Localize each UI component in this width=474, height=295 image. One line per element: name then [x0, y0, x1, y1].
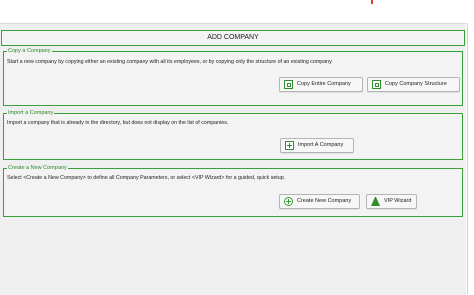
- import-company-legend: Import a Company: [8, 110, 54, 116]
- right-divider: [467, 23, 468, 294]
- top-red-mark: [371, 0, 373, 4]
- wizard-icon: [371, 197, 380, 206]
- import-company-label: Import A Company: [298, 142, 344, 148]
- create-new-company-label: Create New Company: [297, 198, 352, 204]
- copy-icon: [372, 80, 381, 89]
- copy-entire-company-button[interactable]: Copy Entire Company: [279, 77, 363, 92]
- copy-company-legend: Copy a Company: [8, 48, 51, 54]
- create-company-legend: Create a New Company: [8, 165, 67, 171]
- vip-wizard-button[interactable]: VIP Wizard: [366, 194, 417, 209]
- vip-wizard-label: VIP Wizard: [384, 198, 412, 204]
- create-company-group: Create a New Company Select <Create a Ne…: [3, 165, 463, 217]
- add-company-panel: ADD COMPANY Copy a Company Start a new c…: [0, 23, 466, 295]
- copy-company-structure-button[interactable]: Copy Company Structure: [367, 77, 460, 92]
- copy-company-structure-label: Copy Company Structure: [385, 81, 447, 87]
- import-company-group: Import a Company Import a company that i…: [3, 110, 463, 160]
- import-company-button[interactable]: Import A Company: [280, 138, 354, 153]
- copy-entire-company-label: Copy Entire Company: [297, 81, 351, 87]
- create-company-description: Select <Create a New Company> to define …: [7, 175, 286, 181]
- import-company-description: Import a company that is already in the …: [7, 120, 229, 126]
- copy-company-description: Start a new company by copying either an…: [7, 59, 332, 65]
- import-icon: [285, 141, 294, 150]
- copy-company-group: Copy a Company Start a new company by co…: [3, 48, 463, 106]
- page-title: ADD COMPANY: [1, 30, 465, 46]
- copy-icon: [284, 80, 293, 89]
- create-new-company-button[interactable]: Create New Company: [279, 194, 360, 209]
- plus-circle-icon: [284, 197, 293, 206]
